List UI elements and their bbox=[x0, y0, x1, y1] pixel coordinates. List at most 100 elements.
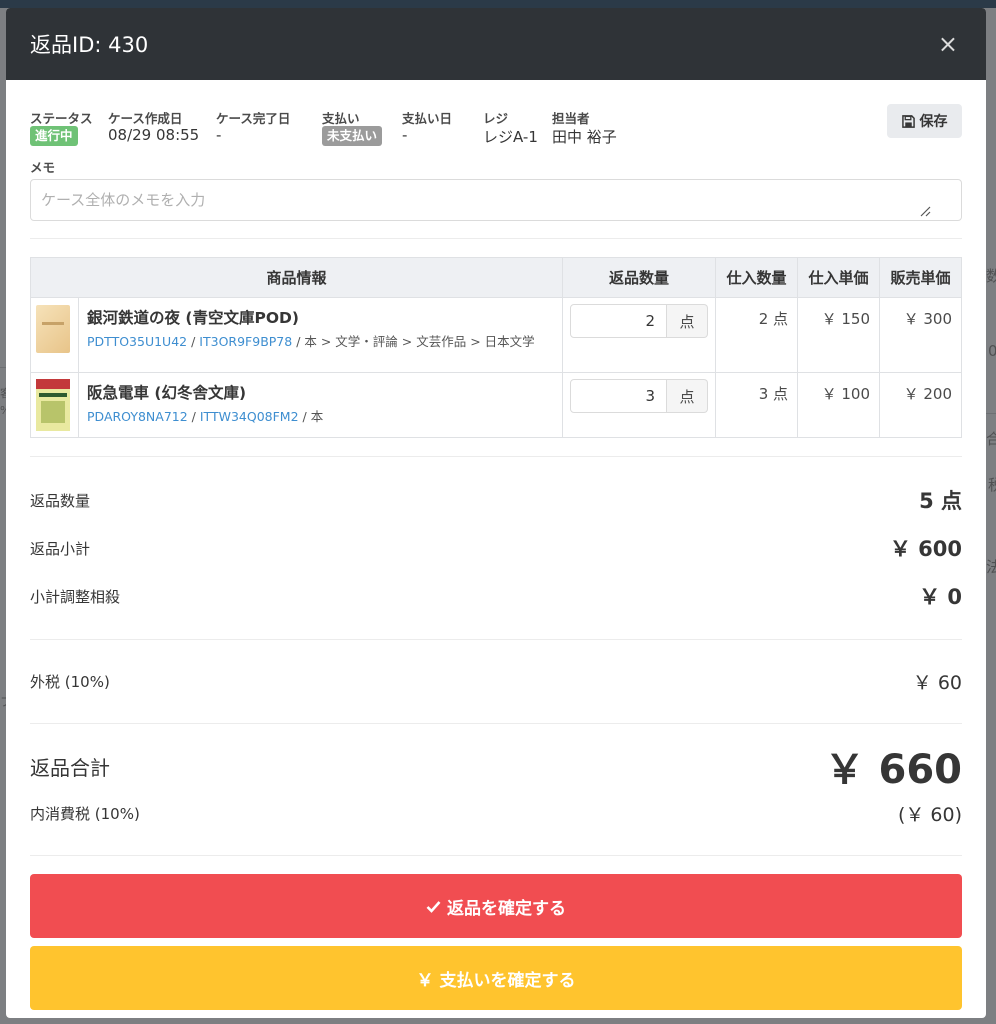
return-qty-cell: 点 bbox=[562, 372, 716, 438]
divider bbox=[30, 639, 962, 640]
background-text: 税 bbox=[988, 476, 996, 494]
confirm-payment-button[interactable]: ￥ 支払いを確定する bbox=[30, 946, 962, 1010]
product-title: 銀河鉄道の夜 (青空文庫POD) bbox=[87, 309, 299, 327]
divider bbox=[30, 238, 962, 239]
summary-inner-tax: 内消費税 (10%) (￥ 60) bbox=[30, 800, 962, 827]
qty-unit-label: 点 bbox=[667, 304, 708, 338]
product-code-link[interactable]: PDTTO35U1U42 bbox=[87, 334, 187, 349]
return-qty-input[interactable] bbox=[570, 379, 667, 413]
table-row: 銀河鉄道の夜 (青空文庫POD) PDTTO35U1U42 / IT3OR9F9… bbox=[30, 297, 962, 373]
table-header-row: 商品情報 返品数量 仕入数量 仕入単価 販売単価 bbox=[30, 257, 962, 298]
background-text: 法 bbox=[986, 558, 996, 576]
yen-icon: ￥ bbox=[416, 970, 434, 991]
save-button[interactable]: 保存 bbox=[887, 104, 962, 138]
created-value: 08/29 08:55 bbox=[108, 126, 200, 144]
adjustment-label: 小計調整相殺 bbox=[30, 587, 121, 606]
summary-tax: 外税 (10%) ￥ 60 bbox=[30, 668, 962, 695]
summary-adjustment: 小計調整相殺 ￥ 0 bbox=[30, 581, 962, 611]
header-sale-price: 販売単価 bbox=[879, 257, 962, 298]
thumbnail-cell bbox=[30, 372, 79, 438]
product-info-cell: 銀河鉄道の夜 (青空文庫POD) PDTTO35U1U42 / IT3OR9F9… bbox=[78, 297, 563, 373]
return-qty-input[interactable] bbox=[570, 304, 667, 338]
modal-body: ステータス 進行中 ケース作成日 08/29 08:55 ケース完了日 - 支払… bbox=[6, 80, 986, 1010]
status-label: ステータス bbox=[30, 111, 93, 126]
divider bbox=[30, 723, 962, 724]
register-field: レジ レジA-1 bbox=[483, 108, 538, 147]
modal-header: 返品ID: 430 × bbox=[6, 8, 986, 80]
total-value: ￥ 660 bbox=[824, 747, 962, 793]
confirm-payment-label: 支払いを確定する bbox=[439, 970, 576, 991]
header-purchase-qty: 仕入数量 bbox=[715, 257, 798, 298]
background-divider bbox=[986, 413, 996, 414]
payment-date-value: - bbox=[402, 126, 408, 144]
created-label: ケース作成日 bbox=[108, 111, 183, 126]
sale-price-value: ￥ 200 bbox=[879, 372, 962, 438]
product-info-cell: 阪急電車 (幻冬舎文庫) PDAROY8NA712 / ITTW34Q08FM2… bbox=[78, 372, 563, 438]
qty-unit-label: 点 bbox=[667, 379, 708, 413]
payment-label: 支払い bbox=[322, 111, 360, 126]
quantity-stepper: 点 bbox=[570, 379, 708, 413]
staff-label: 担当者 bbox=[552, 111, 590, 126]
divider bbox=[30, 456, 962, 457]
product-thumbnail bbox=[36, 379, 70, 431]
product-thumbnail bbox=[36, 305, 70, 353]
payment-date-field: 支払い日 - bbox=[402, 108, 452, 144]
staff-field: 担当者 田中 裕子 bbox=[552, 108, 617, 147]
return-qty-cell: 点 bbox=[562, 297, 716, 373]
divider bbox=[30, 855, 962, 856]
inner-tax-value: (￥ 60) bbox=[897, 804, 962, 826]
floppy-disk-icon bbox=[901, 114, 915, 128]
adjustment-value: ￥ 0 bbox=[919, 585, 962, 609]
memo-label: メモ bbox=[30, 160, 56, 175]
background-text: 合 bbox=[986, 430, 996, 448]
item-code-link[interactable]: ITTW34Q08FM2 bbox=[200, 409, 299, 424]
confirm-return-button[interactable]: 返品を確定する bbox=[30, 874, 962, 938]
purchase-qty-value: 2 点 bbox=[715, 297, 798, 373]
tax-value: ￥ 60 bbox=[912, 672, 962, 694]
header-purchase-price: 仕入単価 bbox=[797, 257, 880, 298]
case-info-row: ステータス 進行中 ケース作成日 08/29 08:55 ケース完了日 - 支払… bbox=[30, 80, 962, 146]
completed-label: ケース完了日 bbox=[216, 111, 291, 126]
product-category: / 本 > 文学・評論 > 文芸作品 > 日本文学 bbox=[292, 334, 535, 349]
return-qty-total: 5 点 bbox=[919, 489, 962, 513]
staff-value: 田中 裕子 bbox=[552, 128, 617, 146]
close-button[interactable]: × bbox=[938, 32, 958, 56]
background-text: 数 bbox=[986, 267, 996, 285]
product-code-link[interactable]: PDAROY8NA712 bbox=[87, 409, 188, 424]
purchase-qty-value: 3 点 bbox=[715, 372, 798, 438]
quantity-stepper: 点 bbox=[570, 304, 708, 338]
summary-subtotal: 返品小計 ￥ 600 bbox=[30, 533, 962, 563]
purchase-price-value: ￥ 150 bbox=[797, 297, 880, 373]
completed-field: ケース完了日 - bbox=[216, 108, 290, 144]
product-meta: PDAROY8NA712 / ITTW34Q08FM2 / 本 bbox=[87, 409, 324, 424]
purchase-price-value: ￥ 100 bbox=[797, 372, 880, 438]
return-qty-label: 返品数量 bbox=[30, 491, 91, 510]
subtotal-label: 返品小計 bbox=[30, 539, 91, 558]
status-badge: 進行中 bbox=[30, 126, 78, 146]
save-button-label: 保存 bbox=[919, 114, 948, 130]
product-meta: PDTTO35U1U42 / IT3OR9F9BP78 / 本 > 文学・評論 … bbox=[87, 334, 535, 349]
payment-field: 支払い 未支払い bbox=[322, 108, 383, 146]
memo-input[interactable] bbox=[30, 179, 962, 221]
resize-handle-icon[interactable] bbox=[919, 205, 931, 217]
product-title: 阪急電車 (幻冬舎文庫) bbox=[87, 384, 247, 402]
return-modal: 返品ID: 430 × ステータス 進行中 ケース作成日 08/29 08:55… bbox=[6, 8, 986, 1018]
created-field: ケース作成日 08/29 08:55 bbox=[108, 108, 199, 144]
item-code-link[interactable]: IT3OR9F9BP78 bbox=[199, 334, 292, 349]
summary-return-qty: 返品数量 5 点 bbox=[30, 485, 962, 515]
background-top-bar bbox=[0, 0, 996, 8]
register-label: レジ bbox=[483, 111, 509, 126]
header-product: 商品情報 bbox=[30, 257, 563, 298]
table-row: 阪急電車 (幻冬舎文庫) PDAROY8NA712 / ITTW34Q08FM2… bbox=[30, 372, 962, 438]
product-category: / 本 bbox=[298, 409, 324, 424]
summary-total: 返品合計 ￥ 660 bbox=[30, 742, 962, 793]
subtotal-value: ￥ 600 bbox=[889, 537, 962, 561]
background-text: 0 bbox=[988, 342, 996, 360]
check-icon bbox=[426, 900, 441, 913]
return-items-table: 商品情報 返品数量 仕入数量 仕入単価 販売単価 銀河鉄道の夜 (青空文庫POD… bbox=[30, 257, 962, 438]
thumbnail-cell bbox=[30, 297, 79, 373]
header-return-qty: 返品数量 bbox=[562, 257, 716, 298]
total-label: 返品合計 bbox=[30, 755, 110, 780]
sale-price-value: ￥ 300 bbox=[879, 297, 962, 373]
status-field: ステータス 進行中 bbox=[30, 108, 93, 146]
